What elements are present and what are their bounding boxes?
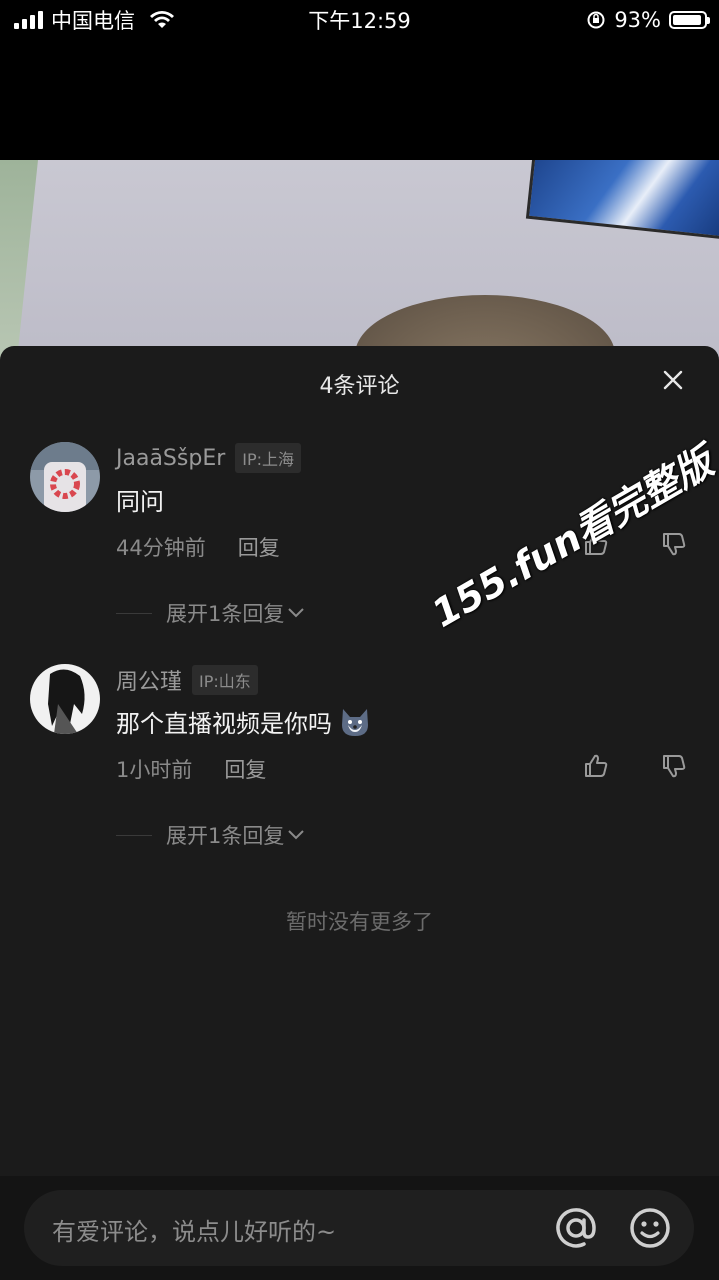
comment-input[interactable]: 有爱评论，说点儿好听的~: [24, 1190, 694, 1266]
thumbs-up-icon[interactable]: [582, 752, 610, 780]
ip-badge: IP:山东: [192, 665, 258, 695]
expand-replies-label: 展开1条回复: [166, 824, 285, 848]
comment-time: 1小时前: [116, 758, 193, 782]
video-wall-strip: [0, 160, 38, 360]
comment-text-content: 那个直播视频是你吗: [116, 710, 332, 738]
chevron-down-icon: [288, 608, 305, 618]
close-icon[interactable]: [661, 368, 685, 392]
username[interactable]: JaaāSšpEr: [116, 446, 225, 471]
expand-replies[interactable]: 展开1条回复: [116, 598, 306, 628]
expand-replies[interactable]: 展开1条回复: [116, 820, 306, 850]
comment-text: 同问: [116, 482, 164, 517]
comment-input-bar: 有爱评论，说点儿好听的~: [0, 1176, 719, 1280]
status-right: 93%: [586, 8, 710, 32]
video-preview[interactable]: [0, 160, 719, 360]
wolf-emoji-icon: [342, 708, 368, 736]
status-bar: 中国电信 下午12:59 93%: [0, 0, 719, 40]
reply-button[interactable]: 回复: [238, 532, 280, 562]
at-mention-icon[interactable]: [554, 1206, 598, 1250]
divider: [116, 612, 152, 614]
avatar[interactable]: [30, 442, 100, 512]
divider: [116, 834, 152, 836]
rotation-lock-icon: [587, 11, 605, 29]
ip-badge: IP:上海: [235, 443, 302, 473]
video-painting: [525, 160, 719, 242]
comment-text-content: 同问: [116, 488, 164, 516]
avatar[interactable]: [30, 664, 100, 734]
comment-meta: 44分钟前 回复: [116, 532, 280, 562]
battery-icon: [669, 11, 710, 29]
comment-header: JaaāSšpEr IP:上海: [116, 442, 302, 474]
comment-count-title: 4条评论: [319, 374, 400, 399]
username[interactable]: 周公瑾: [116, 664, 182, 696]
comment-text: 那个直播视频是你吗: [116, 704, 372, 739]
emoji-icon[interactable]: [628, 1206, 672, 1250]
chevron-down-icon: [288, 830, 305, 840]
thumbs-down-icon[interactable]: [660, 530, 688, 558]
battery-level: [673, 15, 701, 25]
comment-time: 44分钟前: [116, 536, 206, 560]
battery-percent: 93%: [614, 8, 661, 32]
thumbs-down-icon[interactable]: [660, 752, 688, 780]
comment-input-placeholder: 有爱评论，说点儿好听的~: [52, 1218, 337, 1246]
no-more-label: 暂时没有更多了: [286, 910, 433, 934]
comment-meta: 1小时前 回复: [116, 754, 266, 784]
expand-replies-label: 展开1条回复: [166, 602, 285, 626]
comment-header: 周公瑾 IP:山东: [116, 664, 258, 696]
reply-button[interactable]: 回复: [224, 754, 266, 784]
